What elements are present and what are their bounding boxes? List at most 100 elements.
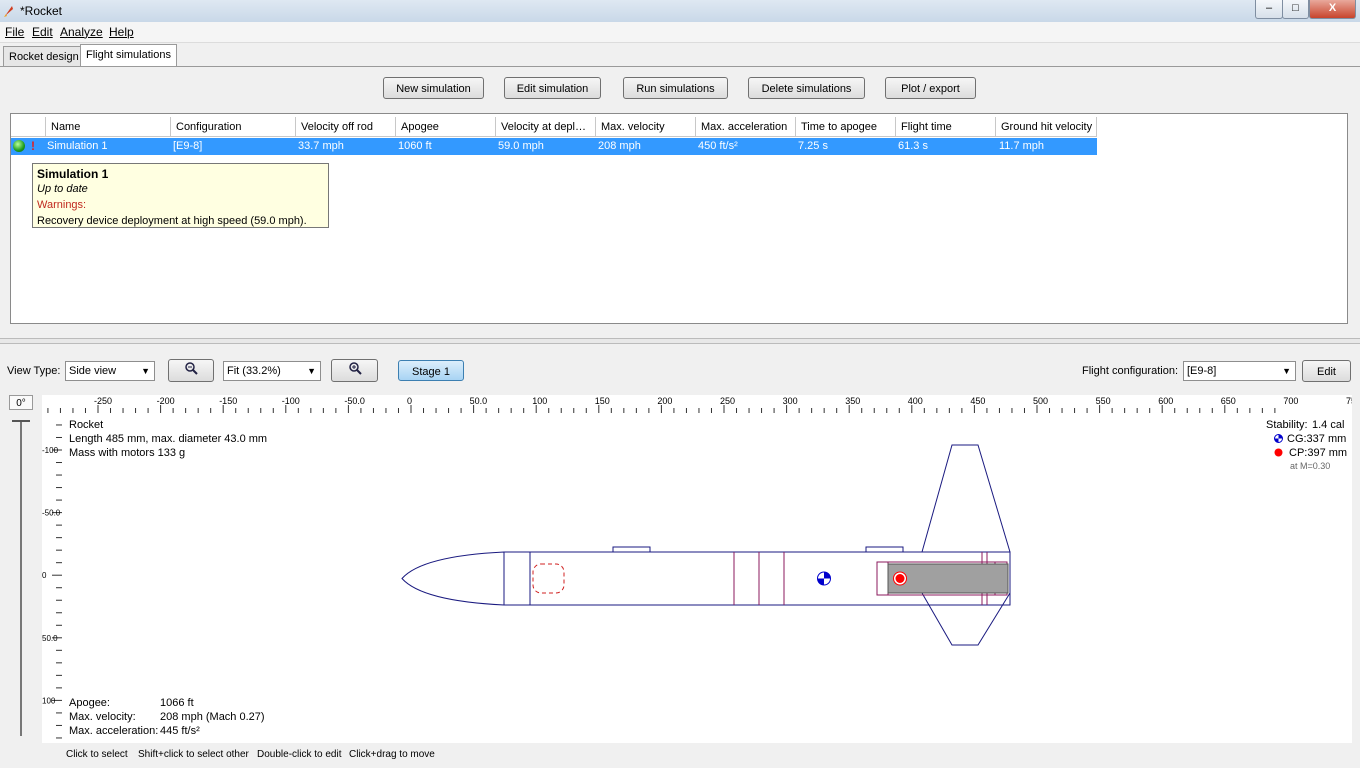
window-title: *Rocket (20, 4, 63, 18)
close-button[interactable]: X (1309, 0, 1356, 19)
minimize-button[interactable]: – (1255, 0, 1283, 19)
rocket-mass: Mass with motors 133 g (69, 447, 186, 459)
edit-simulation-button[interactable]: Edit simulation (504, 77, 601, 99)
view-type-select[interactable]: Side view ▼ (65, 361, 155, 381)
menu-help[interactable]: Help (109, 25, 134, 39)
column-header-ground-hit-velocity[interactable]: Ground hit velocity (996, 117, 1097, 137)
ruler-y-label: 100 (42, 696, 56, 705)
delete-simulations-button[interactable]: Delete simulations (748, 77, 865, 99)
cg-label: CG:337 mm (1287, 433, 1347, 445)
column-header-velocity-off-rod[interactable]: Velocity off rod (296, 117, 396, 137)
ruler-x-label: 300 (783, 396, 798, 406)
cell-name: Simulation 1 (47, 140, 108, 152)
column-header-velocity-at-deployment[interactable]: Velocity at depl… (496, 117, 596, 137)
warning-icon: ! (31, 139, 35, 153)
parachute[interactable] (532, 563, 565, 594)
ruler-x-label: 350 (845, 396, 860, 406)
simulation-tooltip: Simulation 1 Up to date Warnings: Recove… (32, 163, 329, 228)
nose-cone[interactable] (401, 551, 505, 606)
mach-note: at M=0.30 (1290, 461, 1331, 471)
ruler-x-label: -100 (282, 396, 300, 406)
launch-lug-front[interactable] (612, 546, 651, 553)
menu-edit[interactable]: Edit (32, 25, 53, 39)
fin-bottom[interactable] (921, 592, 1011, 646)
max-velocity-value: 208 mph (Mach 0.27) (160, 711, 265, 723)
new-simulation-button[interactable]: New simulation (383, 77, 484, 99)
status-hint-double-click: Double-click to edit (257, 749, 342, 760)
stability-label: Stability: (1266, 419, 1308, 431)
menu-analyze[interactable]: Analyze (60, 25, 103, 39)
zoom-out-button[interactable] (168, 359, 214, 382)
ruler-x-label: -50.0 (344, 396, 365, 406)
app-rocket-icon (4, 6, 13, 17)
status-hint-drag: Click+drag to move (349, 749, 435, 760)
status-bar: Click to select Shift+click to select ot… (0, 745, 1360, 768)
magnifier-zoom-out-icon (185, 362, 198, 375)
cell-max-velocity: 208 mph (598, 140, 641, 152)
launch-lug-rear[interactable] (865, 546, 904, 553)
cell-time-to-apogee: 7.25 s (798, 140, 828, 152)
ruler-x-label: -250 (94, 396, 112, 406)
zoom-select[interactable]: Fit (33.2%) ▼ (223, 361, 321, 381)
vertical-ruler: -100 -50.0 0 50.0 100 (42, 413, 62, 743)
column-header-name[interactable]: Name (46, 117, 171, 137)
column-header-flight-time[interactable]: Flight time (896, 117, 996, 137)
run-simulations-button[interactable]: Run simulations (623, 77, 728, 99)
maximize-button[interactable]: □ (1282, 0, 1309, 19)
cell-velocity-off-rod: 33.7 mph (298, 140, 344, 152)
tooltip-status: Up to date (37, 183, 88, 195)
ruler-x-label: 650 (1221, 396, 1236, 406)
stage-1-toggle[interactable]: Stage 1 (398, 360, 464, 381)
title-bar: *Rocket – □ X (0, 0, 1360, 23)
tab-rocket-design[interactable]: Rocket design (3, 46, 85, 66)
flight-config-value: [E9-8] (1187, 365, 1217, 377)
fin-top[interactable] (921, 444, 1011, 553)
menu-file[interactable]: File (5, 25, 24, 39)
tab-flight-simulations[interactable]: Flight simulations (80, 44, 177, 67)
chevron-down-icon: ▼ (1282, 366, 1291, 376)
body-tube-section[interactable] (503, 551, 531, 606)
tab-divider (0, 66, 1360, 67)
cell-velocity-at-deployment: 59.0 mph (498, 140, 544, 152)
split-pane-divider[interactable] (0, 338, 1360, 344)
plot-export-button[interactable]: Plot / export (885, 77, 976, 99)
rotation-slider-thumb[interactable] (12, 420, 30, 428)
status-hint-shift-click: Shift+click to select other (138, 749, 249, 760)
tooltip-warnings-label: Warnings: (37, 199, 87, 211)
status-column-header[interactable] (11, 117, 46, 137)
column-header-apogee[interactable]: Apogee (396, 117, 496, 137)
rotation-value: 0° (9, 395, 33, 410)
column-header-configuration[interactable]: Configuration (171, 117, 296, 137)
view-type-label: View Type: (7, 365, 61, 377)
ruler-x-label: 400 (908, 396, 923, 406)
cp-legend-icon (1274, 448, 1283, 457)
ruler-x-label: 600 (1158, 396, 1173, 406)
cell-configuration: [E9-8] (173, 140, 203, 152)
max-acceleration-value: 445 ft/s² (160, 725, 200, 737)
chevron-down-icon: ▼ (307, 366, 316, 376)
ruler-x-label: 700 (1283, 396, 1298, 406)
column-header-max-velocity[interactable]: Max. velocity (596, 117, 696, 137)
ruler-x-label: 200 (657, 396, 672, 406)
cell-flight-time: 61.3 s (898, 140, 928, 152)
cg-legend-icon (1274, 434, 1283, 443)
cp-label: CP:397 mm (1289, 447, 1348, 459)
rocket-figure[interactable]: Rocket Length 485 mm, max. diameter 43.0… (62, 413, 1352, 743)
menu-bar: File Edit Analyze Help (0, 22, 1360, 43)
rocket-name: Rocket (69, 419, 104, 431)
tooltip-warning-text: Recovery device deployment at high speed… (37, 215, 307, 227)
cell-ground-hit-velocity: 11.7 mph (999, 140, 1045, 152)
edit-config-button[interactable]: Edit (1302, 360, 1351, 382)
cg-marker (817, 571, 831, 586)
ruler-y-label: 50.0 (42, 634, 58, 643)
column-header-time-to-apogee[interactable]: Time to apogee (796, 117, 896, 137)
zoom-in-button[interactable] (331, 359, 378, 382)
ruler-x-label: 150 (595, 396, 610, 406)
magnifier-zoom-in-icon (348, 362, 362, 375)
ruler-x-label: 450 (970, 396, 985, 406)
column-header-max-acceleration[interactable]: Max. acceleration (696, 117, 796, 137)
ruler-x-label: 50.0 (470, 396, 488, 406)
rotation-slider-track[interactable] (20, 420, 22, 736)
stability-value: 1.4 cal (1312, 419, 1345, 431)
flight-config-select[interactable]: [E9-8] ▼ (1183, 361, 1296, 381)
